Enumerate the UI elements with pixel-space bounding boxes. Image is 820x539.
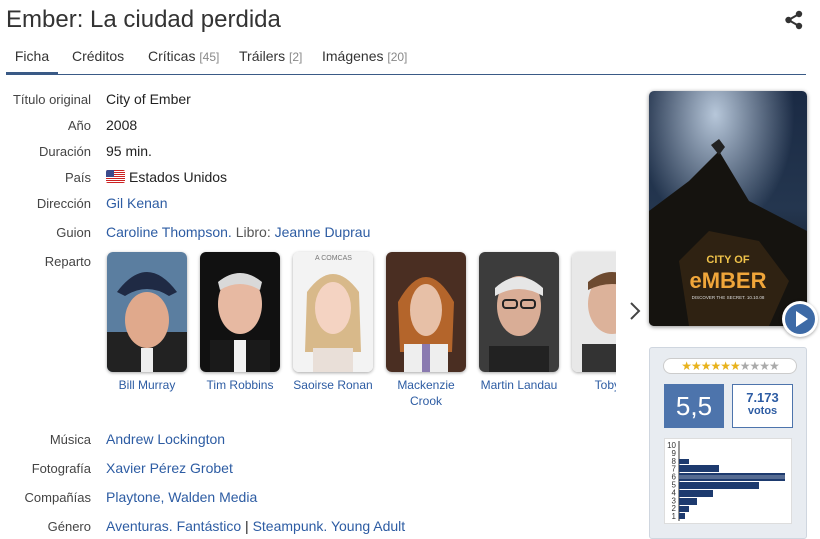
histogram-bar <box>679 490 713 497</box>
histogram-bar <box>679 459 689 464</box>
actor-photo[interactable] <box>479 252 559 372</box>
link-composer[interactable]: Andrew Lockington <box>106 431 225 447</box>
link-companies[interactable]: Playtone, Walden Media <box>106 489 257 505</box>
histogram-bar <box>679 498 697 505</box>
label-music: Música <box>49 432 91 447</box>
chevron-right-icon[interactable] <box>628 300 642 322</box>
histogram-bar <box>679 465 719 472</box>
actor-name[interactable]: Saoirse Ronan <box>293 377 373 393</box>
genre-separator: | <box>245 518 249 534</box>
histogram-bar <box>679 506 689 512</box>
rating-panel: ★★★★★★★★★★ 5,5 7.173 votos 10 9 8 7 6 5 4 3 2 1 <box>649 347 807 539</box>
link-genre[interactable]: Aventuras. <box>106 518 173 534</box>
actor-photo[interactable] <box>572 252 616 372</box>
link-genre[interactable]: Fantástico <box>177 518 242 534</box>
votes-count: 7.173 <box>746 390 779 405</box>
poster-title-line1: CITY OF <box>706 254 749 266</box>
stars-filled: ★★★★★★ <box>681 359 741 373</box>
play-trailer-icon[interactable] <box>782 301 818 337</box>
actor-photo[interactable] <box>107 252 187 372</box>
cast-member[interactable]: Tim Robbins <box>200 252 280 393</box>
poster-title-line2: eMBER <box>689 268 766 293</box>
actor-name[interactable]: Mackenzie Crook <box>386 377 466 409</box>
movie-poster[interactable]: CITY OF eMBER DISCOVER THE SECRET. 10.10… <box>649 91 807 326</box>
stars-empty: ★★★★ <box>739 359 780 373</box>
votes-label: votos <box>747 405 778 417</box>
cast-member[interactable]: Mackenzie Crook <box>386 252 466 409</box>
votes-count-box[interactable]: 7.173 votos <box>732 384 793 428</box>
poster-tagline: DISCOVER THE SECRET. 10.10.08 <box>692 295 765 300</box>
link-cinematographer[interactable]: Xavier Pérez Grobet <box>106 460 233 476</box>
histogram-bar <box>679 513 685 519</box>
star-rating: ★★★★★★★★★★ <box>663 358 797 374</box>
histogram-label: 1 <box>672 512 677 521</box>
histogram-bar <box>679 482 759 489</box>
cast-member[interactable]: Martin Landau <box>479 252 559 393</box>
actor-name[interactable]: Tim Robbins <box>200 377 280 393</box>
actor-name[interactable]: Toby J <box>572 377 616 393</box>
link-topic[interactable]: Steampunk. <box>253 518 328 534</box>
actor-photo[interactable]: A COMCAS <box>293 252 373 372</box>
cast-member[interactable]: Bill Murray <box>107 252 187 393</box>
actor-photo[interactable] <box>386 252 466 372</box>
cast-member[interactable]: Toby J <box>572 252 616 393</box>
cast-member[interactable]: A COMCAS Saoirse Ronan <box>293 252 373 393</box>
svg-text:A COMCAS: A COMCAS <box>315 255 352 262</box>
actor-name[interactable]: Bill Murray <box>107 377 187 393</box>
value-genre: Aventuras. Fantástico | Steampunk. Young… <box>106 518 405 534</box>
actor-photo[interactable] <box>200 252 280 372</box>
label-genre: Género <box>47 519 91 534</box>
label-companies: Compañías <box>24 490 91 505</box>
link-topic[interactable]: Young Adult <box>331 518 405 534</box>
average-score: 5,5 <box>664 384 724 428</box>
rating-histogram: 10 9 8 7 6 5 4 3 2 1 <box>664 438 792 524</box>
actor-name[interactable]: Martin Landau <box>479 377 559 393</box>
cast-carousel: Bill Murray Tim Robbins A COMCAS Saoirse… <box>0 0 616 420</box>
share-icon[interactable] <box>784 10 804 30</box>
label-photography: Fotografía <box>31 461 91 476</box>
